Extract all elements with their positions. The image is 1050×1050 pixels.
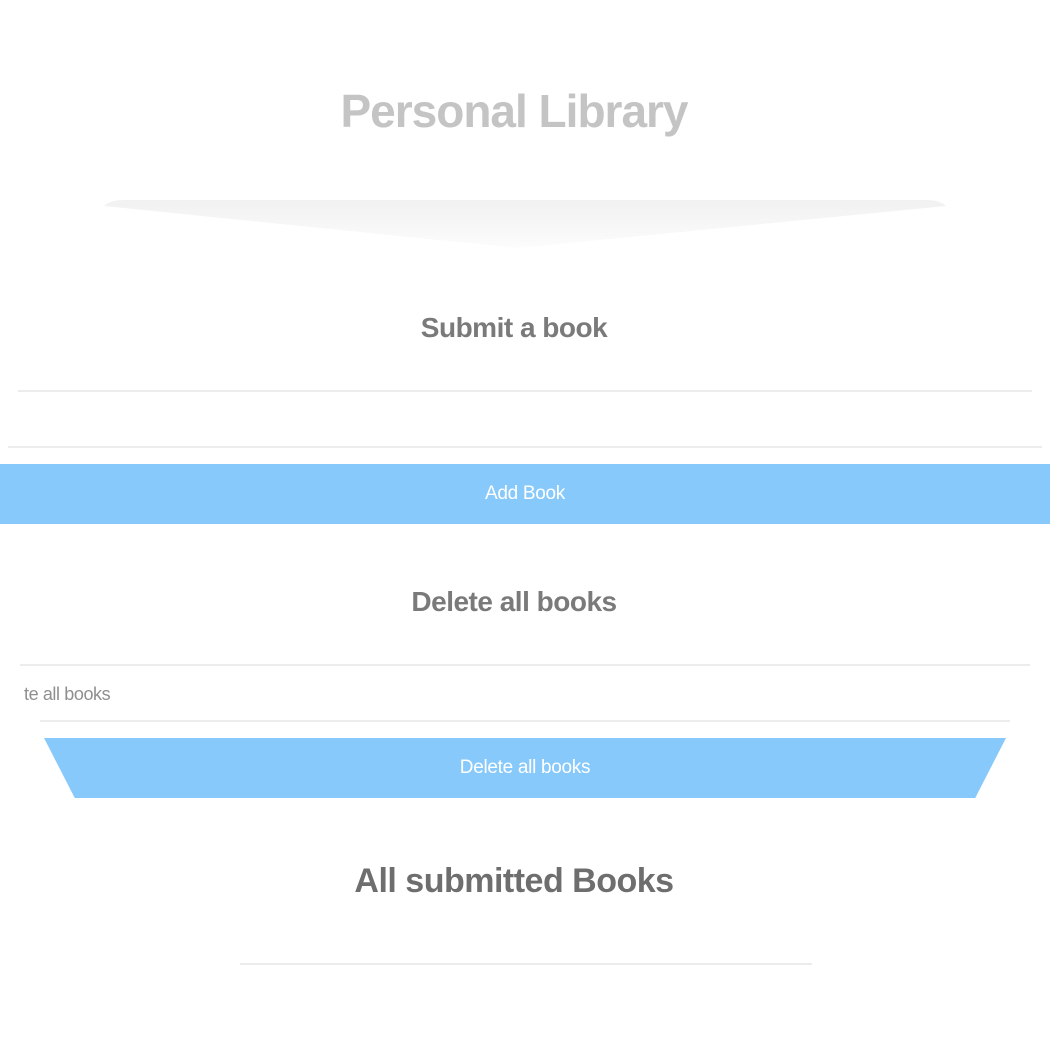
all-submitted-books-heading: All submitted Books bbox=[354, 862, 674, 900]
divider bbox=[8, 446, 1042, 448]
add-book-button[interactable]: Add Book bbox=[0, 464, 1050, 524]
header-divider bbox=[104, 200, 946, 248]
divider bbox=[18, 390, 1032, 392]
divider bbox=[240, 963, 812, 965]
delete-all-books-heading: Delete all books bbox=[411, 586, 617, 617]
delete-confirm-input[interactable] bbox=[20, 670, 1020, 716]
submit-book-heading: Submit a book bbox=[420, 312, 608, 343]
page-title: Personal Library bbox=[340, 85, 688, 137]
divider bbox=[20, 664, 1030, 666]
divider bbox=[40, 720, 1010, 722]
delete-all-books-button[interactable]: Delete all books bbox=[44, 738, 1006, 798]
book-title-input[interactable] bbox=[18, 396, 1032, 442]
